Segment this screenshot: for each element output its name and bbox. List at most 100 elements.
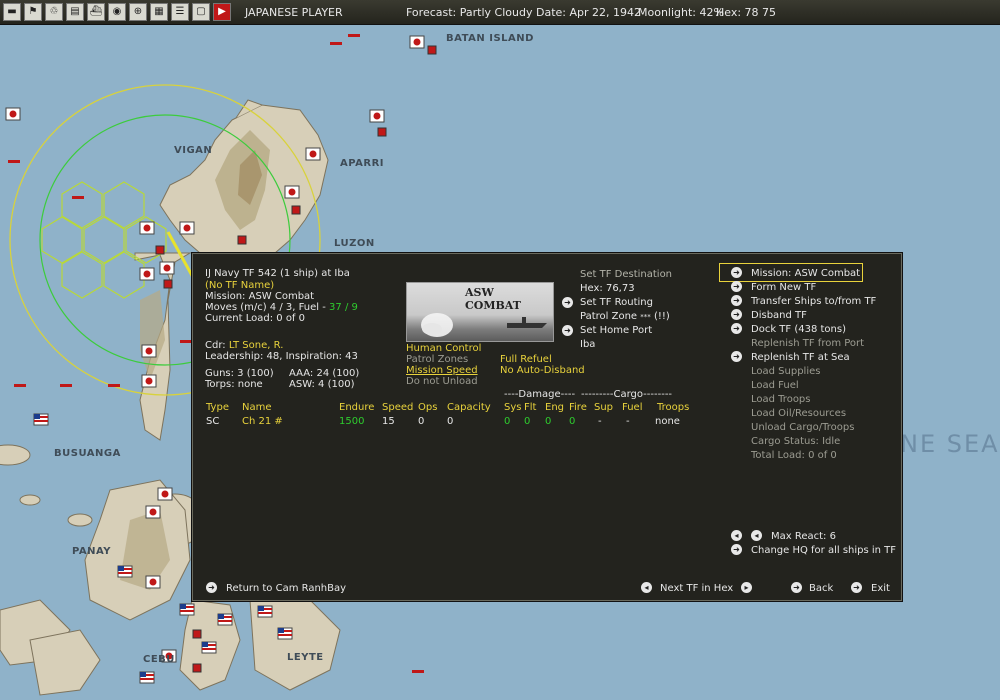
max-react-increase-icon[interactable]: ◂ bbox=[751, 530, 762, 541]
set-home-port-button[interactable]: Set Home Port bbox=[580, 325, 652, 336]
patrol-zone-label: Patrol Zone bbox=[580, 311, 638, 322]
menu-dock-tf[interactable]: Dock TF (438 tons) bbox=[751, 324, 846, 335]
mission-speed-toggle[interactable]: Mission Speed bbox=[406, 365, 478, 376]
patrol-zone-row: Patrol Zone *** (!!) bbox=[580, 311, 670, 322]
max-react-value: Max React: 6 bbox=[771, 531, 836, 542]
menu-load-troops: Load Troops bbox=[751, 394, 811, 405]
flag-icon[interactable]: ⚑ bbox=[24, 3, 42, 21]
next-tf-in-hex-label: Next TF in Hex bbox=[660, 583, 734, 594]
ship-troops: none bbox=[655, 416, 680, 427]
commander-name[interactable]: LT Sone, R. bbox=[229, 340, 284, 351]
next-tf-icon[interactable]: ▸ bbox=[741, 582, 752, 593]
max-react-decrease-icon[interactable]: ◂ bbox=[731, 530, 742, 541]
ob-icon[interactable]: ▦ bbox=[150, 3, 168, 21]
home-port-value: Iba bbox=[580, 339, 596, 350]
human-control-toggle[interactable]: Human Control bbox=[406, 343, 481, 354]
date-label: Date: Apr 22, 1942 bbox=[536, 6, 642, 19]
map-label-leyte: LEYTE bbox=[287, 652, 324, 663]
tf-title: IJ Navy TF 542 (1 ship) at Iba bbox=[205, 268, 350, 279]
tf-mission: Mission: ASW Combat bbox=[205, 291, 315, 302]
col-eng: Eng bbox=[545, 402, 565, 413]
menu-unload-cargo: Unload Cargo/Troops bbox=[751, 422, 855, 433]
change-hq-arrow-icon[interactable]: ➜ bbox=[731, 544, 742, 555]
ship-sys: 0 bbox=[504, 416, 511, 427]
player-label: JAPANESE PLAYER bbox=[245, 6, 343, 19]
set-home-port-arrow-icon[interactable]: ➜ bbox=[562, 325, 573, 336]
menu-replenish-port: Replenish TF from Port bbox=[751, 338, 865, 349]
task-force-dialog: IJ Navy TF 542 (1 ship) at Iba (No TF Na… bbox=[192, 253, 902, 601]
set-tf-destination-label: Set TF Destination bbox=[580, 269, 673, 280]
ship-name[interactable]: Ch 21 # bbox=[242, 416, 283, 427]
menu-dock-arrow-icon[interactable]: ➜ bbox=[731, 323, 742, 334]
return-arrow-icon[interactable]: ➜ bbox=[206, 582, 217, 593]
ships-icon[interactable]: ⛴ bbox=[87, 3, 105, 21]
menu-disband-tf[interactable]: Disband TF bbox=[751, 310, 807, 321]
leadership-text: Leadership: 48, Inspiration: 43 bbox=[205, 351, 358, 362]
ship-fuel: - bbox=[626, 416, 630, 427]
patrol-zones-toggle[interactable]: Patrol Zones bbox=[406, 354, 468, 365]
menu-mission[interactable]: Mission: ASW Combat bbox=[751, 268, 860, 279]
exit-arrow-icon[interactable]: ➜ bbox=[851, 582, 862, 593]
map-label-batan: BATAN ISLAND bbox=[446, 33, 534, 44]
asw-text: ASW: 4 (100) bbox=[289, 379, 355, 390]
ship-fire: 0 bbox=[569, 416, 576, 427]
recycle-icon[interactable]: ♲ bbox=[45, 3, 63, 21]
change-hq-button[interactable]: Change HQ for all ships in TF bbox=[751, 545, 896, 556]
full-refuel-toggle[interactable]: Full Refuel bbox=[500, 354, 552, 365]
aaa-text: AAA: 24 (100) bbox=[289, 368, 360, 379]
notepad-icon[interactable]: ▢ bbox=[192, 3, 210, 21]
menu-mission-arrow-icon[interactable]: ➜ bbox=[731, 267, 742, 278]
map-label-sea: NE SEA bbox=[900, 430, 1000, 458]
back-arrow-icon[interactable]: ➜ bbox=[791, 582, 802, 593]
menu-transfer-arrow-icon[interactable]: ➜ bbox=[731, 295, 742, 306]
prev-tf-icon[interactable]: ◂ bbox=[641, 582, 652, 593]
map-label-busuanga: BUSUANGA bbox=[54, 448, 121, 459]
col-endure: Endure bbox=[339, 402, 375, 413]
menu-load-fuel: Load Fuel bbox=[751, 380, 799, 391]
col-fire: Fire bbox=[569, 402, 587, 413]
torps-text: Torps: none bbox=[205, 379, 263, 390]
set-tf-routing-button[interactable]: Set TF Routing bbox=[580, 297, 653, 308]
commander-row: Cdr: LT Sone, R. bbox=[205, 340, 283, 351]
col-type: Type bbox=[206, 402, 229, 413]
forecast-label: Forecast: Partly Cloudy bbox=[406, 6, 533, 19]
ship-eng: 0 bbox=[545, 416, 552, 427]
patrol-zone-suffix: (!!) bbox=[653, 311, 670, 322]
no-auto-disband-toggle[interactable]: No Auto-Disband bbox=[500, 365, 585, 376]
exit-button[interactable]: Exit bbox=[871, 583, 890, 594]
map-label-cebu: CEBU bbox=[143, 654, 175, 665]
col-fuel: Fuel bbox=[622, 402, 643, 413]
target-icon[interactable]: ⊕ bbox=[129, 3, 147, 21]
set-tf-routing-arrow-icon[interactable]: ➜ bbox=[562, 297, 573, 308]
menu-form-new-tf-arrow-icon[interactable]: ➜ bbox=[731, 281, 742, 292]
menu-load-supplies: Load Supplies bbox=[751, 366, 821, 377]
map-label-panay: PANAY bbox=[72, 546, 112, 557]
do-not-unload-toggle[interactable]: Do not Unload bbox=[406, 376, 478, 387]
map-label-luzon: LUZON bbox=[334, 238, 375, 249]
menu-replenish-sea-arrow-icon[interactable]: ➜ bbox=[731, 351, 742, 362]
chart-icon[interactable]: ▤ bbox=[66, 3, 84, 21]
col-flt: Flt bbox=[524, 402, 537, 413]
col-capacity: Capacity bbox=[447, 402, 491, 413]
ship-capacity: 0 bbox=[447, 416, 454, 427]
map-label-vigan: VIGAN bbox=[174, 145, 213, 156]
tf-name[interactable]: (No TF Name) bbox=[205, 280, 274, 291]
map-label-aparri: APARRI bbox=[340, 158, 385, 169]
damage-header: ----Damage---- bbox=[504, 389, 576, 400]
save-icon[interactable]: ▬ bbox=[3, 3, 21, 21]
return-button[interactable]: Return to Cam RanhBay bbox=[226, 583, 346, 594]
menu-cargo-status: Cargo Status: Idle bbox=[751, 436, 841, 447]
play-icon[interactable]: ▶ bbox=[213, 3, 231, 21]
menu-disband-arrow-icon[interactable]: ➜ bbox=[731, 309, 742, 320]
col-ops: Ops bbox=[418, 402, 438, 413]
ship-endure: 1500 bbox=[339, 416, 365, 427]
tf-moves-text: Moves (m/c) 4 / 3, Fuel - bbox=[205, 302, 330, 313]
menu-replenish-sea[interactable]: Replenish TF at Sea bbox=[751, 352, 850, 363]
menu-transfer-ships[interactable]: Transfer Ships to/from TF bbox=[751, 296, 876, 307]
tf-moves: Moves (m/c) 4 / 3, Fuel - 37 / 9 bbox=[205, 302, 358, 313]
menu-form-new-tf[interactable]: Form New TF bbox=[751, 282, 816, 293]
list-icon[interactable]: ☰ bbox=[171, 3, 189, 21]
tf-fuel-value: 37 / 9 bbox=[329, 302, 358, 313]
globe-icon[interactable]: ◉ bbox=[108, 3, 126, 21]
back-button[interactable]: Back bbox=[809, 583, 833, 594]
